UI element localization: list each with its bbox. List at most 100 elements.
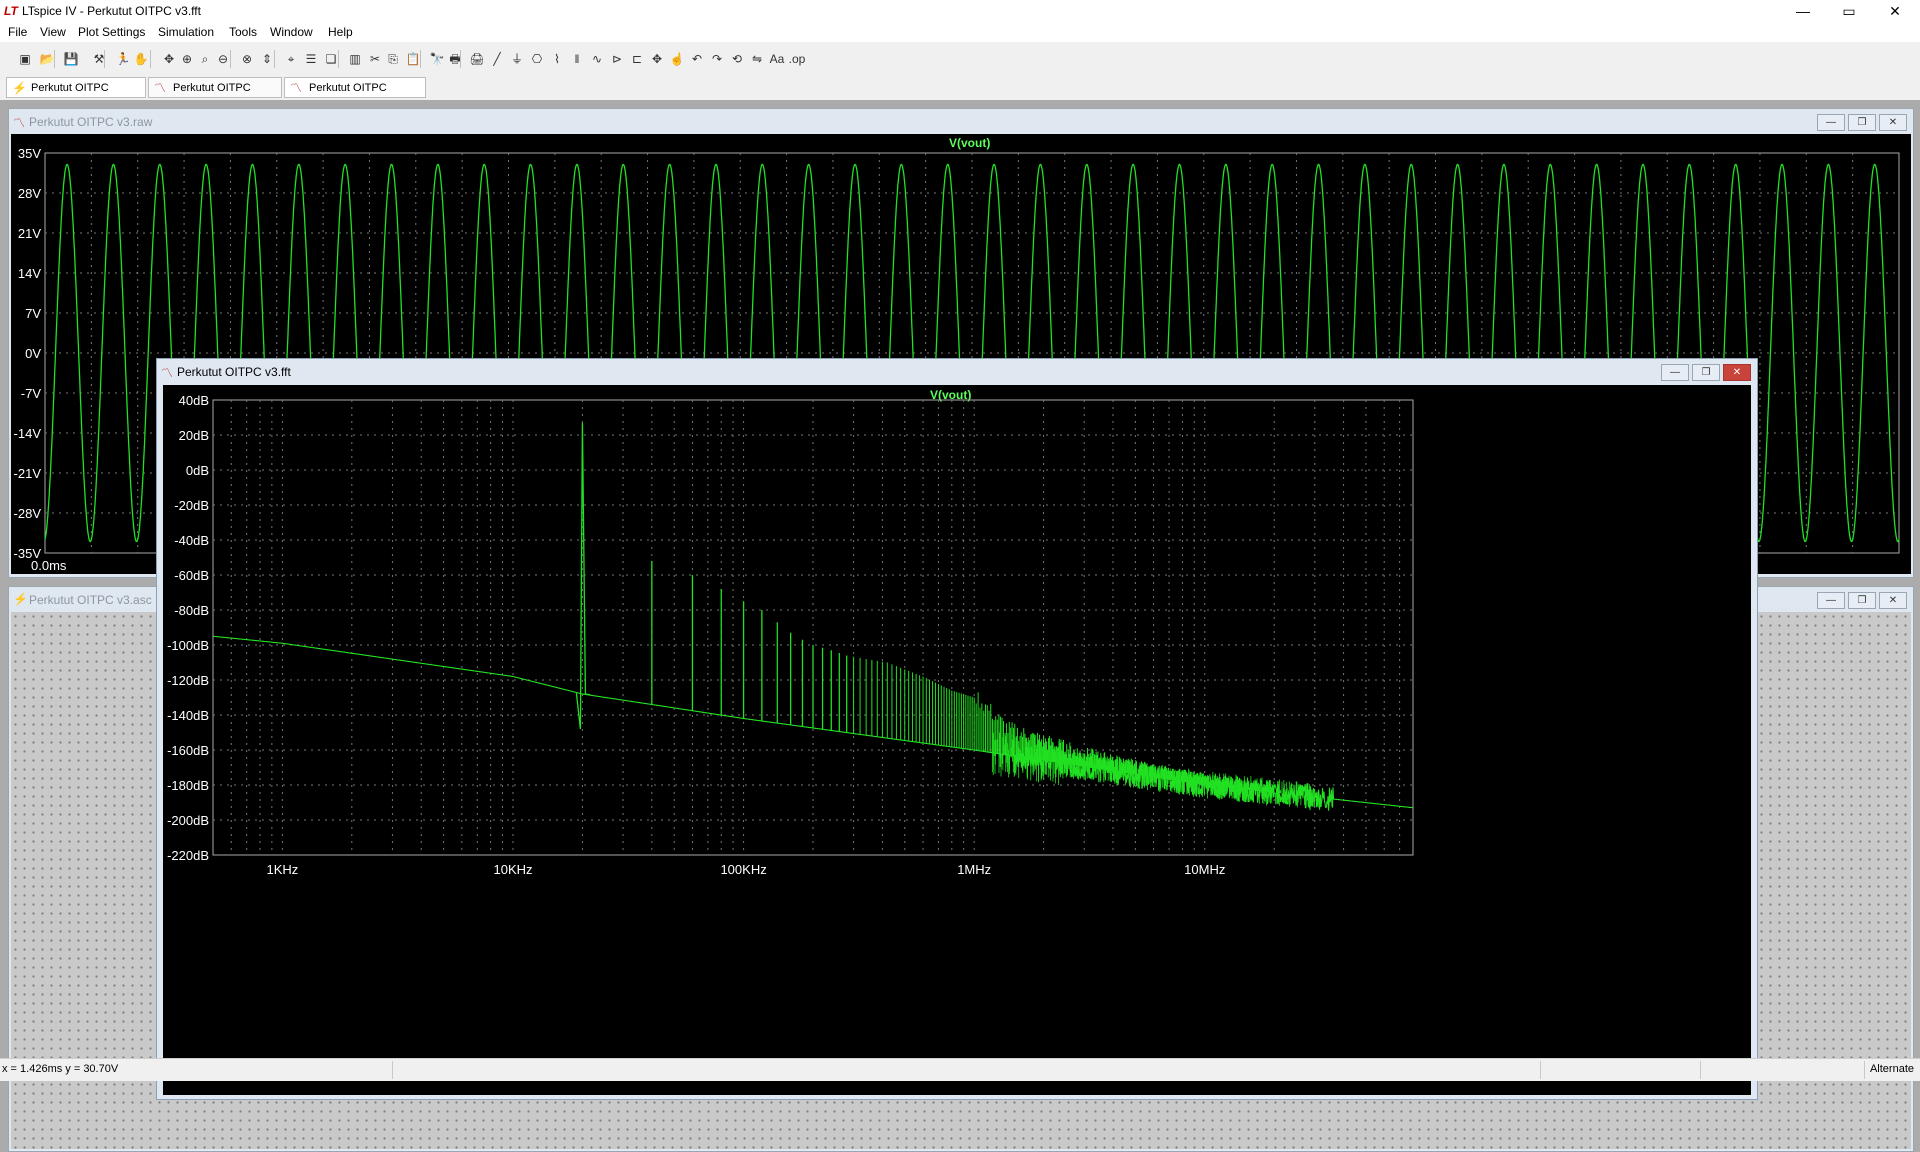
document-tabs: ⚡ Perkutut OITPC v3.asc 〽 Perkutut OITPC… (0, 76, 1920, 115)
toolbar-separator (420, 50, 421, 68)
waveform-icon: 〽 (290, 81, 303, 95)
fft-minimize-button[interactable]: — (1661, 364, 1689, 381)
status-divider (1700, 1061, 1701, 1079)
close-button[interactable]: ✕ (1872, 0, 1918, 22)
control-panel-icon[interactable]: ⚒ (90, 50, 108, 68)
cursor-icon[interactable]: ⌖ (282, 50, 300, 68)
rotate-icon[interactable]: ⟲ (728, 50, 746, 68)
label-icon[interactable]: ⎔ (528, 50, 546, 68)
fft-plot-window[interactable]: 〽 Perkutut OITPC v3.fft — ❐ ✕ V(vout) 40dB… (156, 358, 1758, 1100)
tile-vertical-icon[interactable]: ▥ (346, 50, 364, 68)
toolbar-separator (274, 50, 275, 68)
menu-bar: File View Plot Settings Simulation Tools… (0, 22, 1920, 42)
pan-icon[interactable]: ✥ (160, 50, 178, 68)
tile-horizontal-icon[interactable]: ☰ (302, 50, 320, 68)
fft-x-tick-label: 10KHz (493, 862, 532, 877)
fft-plot-area[interactable]: V(vout) 40dB 20dB 0dB -20dB -40dB -60dB -80dB -… (163, 385, 1751, 1095)
waveform-icon: 〽 (161, 366, 174, 380)
toolbar-separator (338, 50, 339, 68)
fft-y-tick-label: -180dB (167, 778, 209, 793)
toolbar-separator (104, 50, 105, 68)
fft-y-tick-label: -160dB (167, 743, 209, 758)
fft-y-tick-label: -220dB (167, 848, 209, 863)
status-mode: Alternate (1869, 1063, 1914, 1075)
toolbar: ▣ 📂 💾 ⚒ 🏃 ✋ ✥ ⊕ ⌕ ⊖ ⊗ ⇕ ⌖ ☰ ❏ ▥ ✂ ⎘ 📋 🔭 🖶 🖨 ╱ ⏚ ⎔ ⌇ ‖ ∿ ⊳ ⊏ ✥ ☝ ↶ ↷ ⟲ ⇋ Aa .o… (0, 42, 1920, 77)
move-icon[interactable]: ✥ (648, 50, 666, 68)
save-icon[interactable]: 💾 (62, 50, 80, 68)
ltspice-logo-icon: LT (4, 4, 18, 18)
minimize-button[interactable]: — (1780, 0, 1826, 22)
raw-y-tick-label: 21V (18, 226, 41, 241)
fft-close-button[interactable]: ✕ (1723, 364, 1751, 381)
menu-window[interactable]: Window (270, 25, 313, 39)
waveform-icon: 〽 (154, 81, 167, 95)
schematic-icon: ⚡ (12, 81, 27, 95)
zoom-in-icon[interactable]: ⊕ (178, 50, 196, 68)
cut-icon[interactable]: ✂ (366, 50, 384, 68)
tab-asc[interactable]: ⚡ Perkutut OITPC v3.asc (6, 77, 146, 115)
menu-help[interactable]: Help (328, 25, 353, 39)
run-icon[interactable]: 🏃 (114, 50, 132, 68)
fft-y-tick-label: 40dB (179, 393, 209, 408)
inductor-icon[interactable]: ∿ (588, 50, 606, 68)
fft-x-tick-label: 1KHz (267, 862, 299, 877)
halt-icon[interactable]: ✋ (132, 50, 150, 68)
undo-icon[interactable]: ↶ (688, 50, 706, 68)
raw-close-button[interactable]: ✕ (1879, 114, 1907, 131)
print-preview-icon[interactable]: 🖨 (468, 50, 486, 68)
fft-y-tick-label: 20dB (179, 428, 209, 443)
raw-restore-button[interactable]: ❐ (1848, 114, 1876, 131)
find-icon[interactable]: 🔭 (428, 50, 446, 68)
zoom-fit-icon[interactable]: ⊗ (238, 50, 256, 68)
component-icon[interactable]: ⊏ (628, 50, 646, 68)
fft-y-tick-label: -80dB (174, 603, 209, 618)
asc-minimize-button[interactable]: — (1817, 592, 1845, 609)
maximize-button[interactable]: ▭ (1826, 0, 1872, 22)
menu-file[interactable]: File (8, 25, 27, 39)
asc-close-button[interactable]: ✕ (1879, 592, 1907, 609)
mirror-icon[interactable]: ⇋ (748, 50, 766, 68)
status-divider (1864, 1061, 1865, 1079)
zoom-area-icon[interactable]: ⌕ (196, 50, 214, 68)
asc-window-title: Perkutut OITPC v3.asc (29, 593, 152, 607)
tab-raw[interactable]: 〽 Perkutut OITPC v3.raw (284, 77, 426, 115)
raw-y-tick-label: 14V (18, 266, 41, 281)
raw-y-tick-label: 0V (25, 346, 41, 361)
fft-x-tick-label: 10MHz (1184, 862, 1225, 877)
status-bar: x = 1.426ms y = 30.70V Alternate (0, 1058, 1920, 1081)
diode-icon[interactable]: ⊳ (608, 50, 626, 68)
tab-fft[interactable]: 〽 Perkutut OITPC v3.fft (148, 77, 282, 115)
fft-x-tick-label: 1MHz (957, 862, 991, 877)
text-icon[interactable]: Aa (768, 50, 786, 68)
raw-minimize-button[interactable]: — (1817, 114, 1845, 131)
fft-y-tick-label: -140dB (167, 708, 209, 723)
menu-tools[interactable]: Tools (229, 25, 257, 39)
fft-window-title: Perkutut OITPC v3.fft (177, 365, 291, 379)
ground-icon[interactable]: ⏚ (508, 50, 526, 68)
menu-view[interactable]: View (40, 25, 66, 39)
schematic-icon: ⚡ (13, 592, 28, 606)
new-schematic-icon[interactable]: ▣ (16, 50, 34, 68)
fft-fundamental-peak (575, 422, 591, 730)
fft-y-tick-label: -100dB (167, 638, 209, 653)
fft-y-tick-label: -60dB (174, 568, 209, 583)
redo-icon[interactable]: ↷ (708, 50, 726, 68)
capacitor-icon[interactable]: ‖ (568, 50, 586, 68)
raw-y-tick-label: -21V (14, 466, 42, 481)
status-divider (1540, 1061, 1541, 1079)
wire-icon[interactable]: ╱ (488, 50, 506, 68)
menu-simulation[interactable]: Simulation (158, 25, 214, 39)
resistor-icon[interactable]: ⌇ (548, 50, 566, 68)
copy-icon[interactable]: ⎘ (384, 50, 402, 68)
drag-icon[interactable]: ☝ (668, 50, 686, 68)
asc-restore-button[interactable]: ❐ (1848, 592, 1876, 609)
menu-plot-settings[interactable]: Plot Settings (78, 25, 145, 39)
title-bar: LT LTspice IV - Perkutut OITPC v3.fft — … (0, 0, 1920, 22)
toolbar-separator (460, 50, 461, 68)
fft-y-tick-label: -40dB (174, 533, 209, 548)
print-icon[interactable]: 🖶 (446, 50, 464, 68)
fft-restore-button[interactable]: ❐ (1692, 364, 1720, 381)
raw-y-tick-label: -14V (14, 426, 42, 441)
raw-y-tick-label: -7V (21, 386, 42, 401)
spice-directive-icon[interactable]: .op (788, 50, 806, 68)
